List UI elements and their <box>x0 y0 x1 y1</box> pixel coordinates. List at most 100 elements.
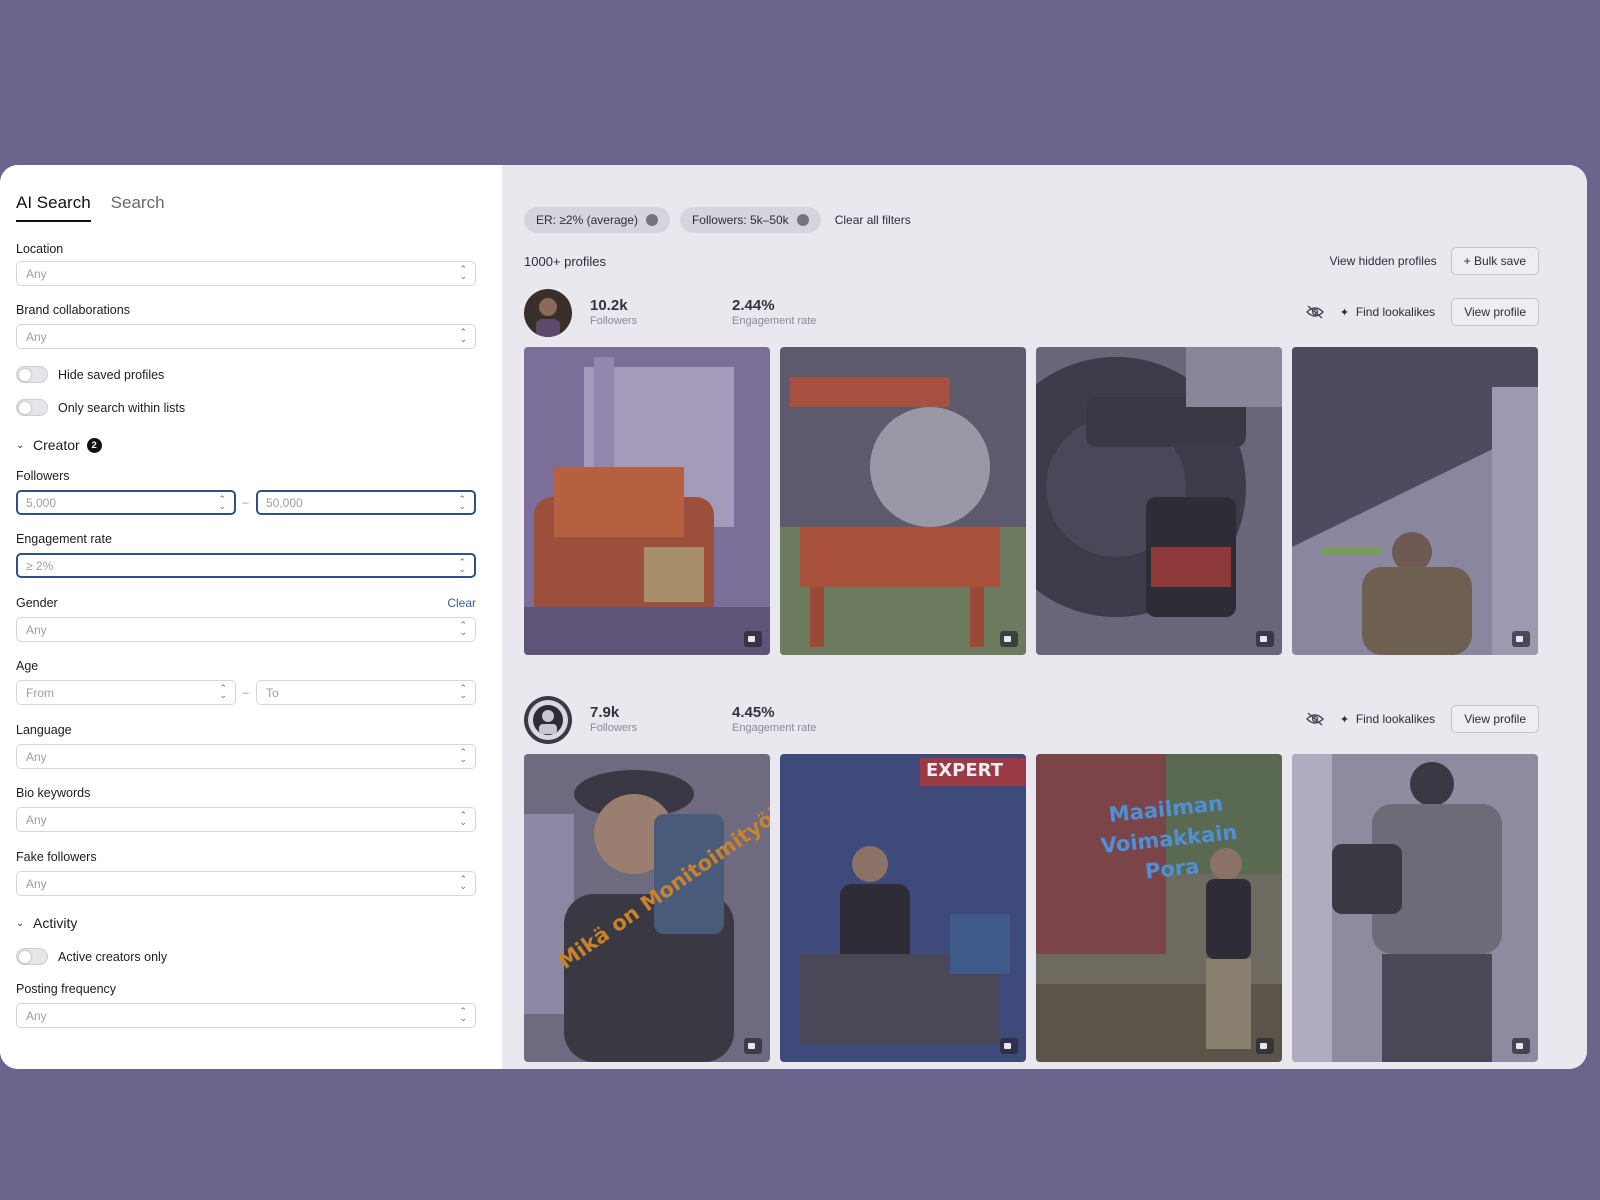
chevron-updown-icon: ⌃ ⌄ <box>458 494 466 511</box>
activity-section-header[interactable]: ⌄ Activity <box>16 915 77 931</box>
video-icon <box>1512 631 1530 647</box>
view-profile-button[interactable]: View profile <box>1451 705 1539 733</box>
fake-followers-select[interactable]: Any ⌃ ⌄ <box>16 871 476 896</box>
video-icon <box>744 631 762 647</box>
brand-collaborations-select[interactable]: Any ⌃ ⌄ <box>16 324 476 349</box>
profile-header: 10.2k Followers 2.44% Engagement rate ✦ … <box>524 289 1539 339</box>
clear-all-filters-button[interactable]: Clear all filters <box>831 207 915 233</box>
post-image <box>780 347 1026 655</box>
bio-keywords-label: Bio keywords <box>16 786 91 800</box>
post-grid: Mikä on Monitoimityökalu? EXPERT Maailma… <box>524 754 1541 1062</box>
posting-frequency-label: Posting frequency <box>16 982 117 996</box>
remove-chip-icon[interactable] <box>796 214 809 226</box>
chevron-updown-icon: ⌃ ⌄ <box>459 264 467 281</box>
results-actions: View hidden profiles + Bulk save <box>1329 247 1539 275</box>
gender-select[interactable]: Any ⌃ ⌄ <box>16 617 476 642</box>
post-grid <box>524 347 1541 655</box>
video-icon <box>1512 1038 1530 1054</box>
range-dash: – <box>242 685 249 699</box>
post-thumbnail[interactable] <box>524 347 770 655</box>
profile-actions: ✦ Find lookalikes View profile <box>1305 705 1539 733</box>
age-from-select[interactable]: From ⌃ ⌄ <box>16 680 236 705</box>
sparkle-icon: ✦ <box>1339 307 1350 319</box>
search-tabs: AI Search Search <box>16 193 165 222</box>
post-image <box>1292 754 1538 1062</box>
creator-section-title: Creator <box>33 437 80 453</box>
post-caption-overlay: EXPERT <box>926 760 1003 781</box>
creator-section-header[interactable]: ⌄ Creator 2 <box>16 437 102 453</box>
video-icon <box>1000 631 1018 647</box>
video-icon <box>1256 631 1274 647</box>
language-select[interactable]: Any ⌃ ⌄ <box>16 744 476 769</box>
engagement-rate-select[interactable]: ≥ 2% ⌃ ⌄ <box>16 553 476 578</box>
video-icon <box>1256 1038 1274 1054</box>
active-creators-toggle[interactable] <box>16 948 48 965</box>
post-thumbnail[interactable]: Maailman Voimakkain Pora <box>1036 754 1282 1062</box>
chevron-updown-icon: ⌃ ⌄ <box>459 810 467 827</box>
followers-min-input[interactable]: 5,000 ⌃ ⌄ <box>16 490 236 515</box>
video-icon <box>1000 1038 1018 1054</box>
post-thumbnail[interactable]: EXPERT <box>780 754 1026 1062</box>
post-image <box>1292 347 1538 655</box>
post-thumbnail[interactable]: Mikä on Monitoimityökalu? <box>524 754 770 1062</box>
chevron-updown-icon: ⌃ ⌄ <box>459 620 467 637</box>
followers-stat: 7.9k Followers <box>590 704 638 734</box>
chevron-updown-icon: ⌃ ⌄ <box>219 683 227 700</box>
location-label: Location <box>16 242 64 256</box>
followers-label: Followers <box>16 469 70 483</box>
only-lists-row: Only search within lists <box>16 399 185 416</box>
view-hidden-profiles-link[interactable]: View hidden profiles <box>1329 254 1436 268</box>
post-caption-overlay: Maailman Voimakkain Pora <box>1099 791 1239 884</box>
find-lookalikes-button[interactable]: ✦ Find lookalikes <box>1340 305 1435 319</box>
hide-saved-toggle[interactable] <box>16 366 48 383</box>
post-image <box>524 347 770 655</box>
chevron-down-icon: ⌄ <box>16 917 25 929</box>
avatar[interactable] <box>524 696 572 744</box>
bulk-save-button[interactable]: + Bulk save <box>1450 247 1539 275</box>
profile-header: 7.9k Followers 4.45% Engagement rate ✦ F… <box>524 696 1539 746</box>
post-thumbnail[interactable] <box>1292 347 1538 655</box>
filter-chip-er[interactable]: ER: ≥2% (average) <box>524 207 670 233</box>
followers-max-input[interactable]: 50,000 ⌃ ⌄ <box>256 490 476 515</box>
filter-chip-followers[interactable]: Followers: 5k–50k <box>679 207 821 233</box>
bio-keywords-select[interactable]: Any ⌃ ⌄ <box>16 807 476 832</box>
brand-collaborations-label: Brand collaborations <box>16 303 130 317</box>
only-lists-toggle[interactable] <box>16 399 48 416</box>
find-lookalikes-button[interactable]: ✦ Find lookalikes <box>1340 712 1435 726</box>
range-dash: – <box>242 495 249 509</box>
post-thumbnail[interactable] <box>1036 347 1282 655</box>
profile-actions: ✦ Find lookalikes View profile <box>1305 298 1539 326</box>
view-profile-button[interactable]: View profile <box>1451 298 1539 326</box>
active-creators-label: Active creators only <box>58 949 168 964</box>
avatar[interactable] <box>524 289 572 337</box>
eye-off-icon[interactable] <box>1305 712 1324 726</box>
app-card: AI Search Search Location Any ⌃ ⌄ Brand co… <box>0 165 1587 1069</box>
filter-sidebar: AI Search Search Location Any ⌃ ⌄ Brand co… <box>0 165 502 1069</box>
post-thumbnail[interactable] <box>1292 754 1538 1062</box>
chevron-updown-icon: ⌃ ⌄ <box>459 747 467 764</box>
activity-section-title: Activity <box>33 915 78 931</box>
sparkle-icon: ✦ <box>1339 714 1350 726</box>
eye-off-icon[interactable] <box>1305 305 1324 319</box>
remove-chip-icon[interactable] <box>645 214 658 226</box>
post-image <box>1036 347 1282 655</box>
chevron-updown-icon: ⌃ ⌄ <box>458 557 466 574</box>
chevron-updown-icon: ⌃ ⌄ <box>218 494 226 511</box>
video-icon <box>744 1038 762 1054</box>
results-panel: ER: ≥2% (average) Followers: 5k–50k Clea… <box>502 165 1587 1069</box>
hide-saved-row: Hide saved profiles <box>16 366 164 383</box>
engagement-stat: 4.45% Engagement rate <box>732 704 817 734</box>
chevron-updown-icon: ⌃ ⌄ <box>459 683 467 700</box>
followers-stat: 10.2k Followers <box>590 297 638 327</box>
age-to-select[interactable]: To ⌃ ⌄ <box>256 680 476 705</box>
results-count: 1000+ profiles <box>524 254 607 269</box>
engagement-rate-label: Engagement rate <box>16 532 112 546</box>
tab-search[interactable]: Search <box>111 193 165 222</box>
hide-saved-label: Hide saved profiles <box>58 367 165 382</box>
gender-clear-link[interactable]: Clear <box>447 596 476 610</box>
location-select[interactable]: Any ⌃ ⌄ <box>16 261 476 286</box>
posting-frequency-select[interactable]: Any ⌃ ⌄ <box>16 1003 476 1028</box>
post-thumbnail[interactable] <box>780 347 1026 655</box>
creator-filter-count-badge: 2 <box>86 437 102 453</box>
tab-ai-search[interactable]: AI Search <box>16 193 91 222</box>
